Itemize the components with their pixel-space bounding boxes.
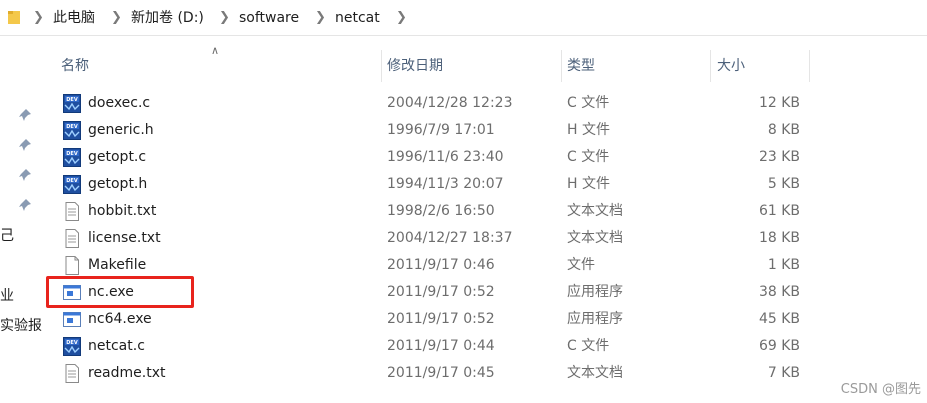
- file-size: 23 KB: [758, 149, 800, 165]
- file-size: 1 KB: [767, 257, 800, 273]
- file-type: C 文件: [567, 338, 610, 354]
- column-header-type[interactable]: 类型: [567, 48, 595, 84]
- file-date: 2011/9/17 0:52: [387, 311, 495, 327]
- file-name[interactable]: hobbit.txt: [88, 198, 156, 225]
- file-type: H 文件: [567, 122, 610, 138]
- file-date: 1996/11/6 23:40: [387, 149, 504, 165]
- file-row[interactable]: DEV getopt.c 1996/11/6 23:40 C 文件 23 KB: [48, 144, 810, 171]
- file-size: 61 KB: [758, 203, 800, 219]
- file-date: 2004/12/27 18:37: [387, 230, 513, 246]
- file-row[interactable]: DEV netcat.c 2011/9/17 0:44 C 文件 69 KB: [48, 333, 810, 360]
- chevron-right-icon[interactable]: ❯: [396, 9, 407, 27]
- file-size: 12 KB: [758, 95, 800, 111]
- file-name[interactable]: netcat.c: [88, 333, 145, 360]
- chevron-right-icon[interactable]: ❯: [219, 9, 230, 27]
- file-date: 2011/9/17 0:44: [387, 338, 495, 354]
- file-size: 45 KB: [758, 311, 800, 327]
- file-row[interactable]: license.txt 2004/12/27 18:37 文本文档 18 KB: [48, 225, 810, 252]
- blank-file-icon: [63, 256, 81, 275]
- file-row[interactable]: DEV getopt.h 1994/11/3 20:07 H 文件 5 KB: [48, 171, 810, 198]
- file-size: 5 KB: [767, 176, 800, 192]
- file-type: C 文件: [567, 149, 610, 165]
- sort-ascending-icon: ∧: [211, 44, 220, 57]
- file-date: 2011/9/17 0:45: [387, 365, 495, 381]
- file-name[interactable]: getopt.c: [88, 144, 146, 171]
- column-divider[interactable]: [561, 50, 562, 82]
- svg-text:DEV: DEV: [66, 124, 78, 130]
- file-row[interactable]: readme.txt 2011/9/17 0:45 文本文档 7 KB: [48, 360, 810, 387]
- pin-icon[interactable]: [18, 138, 32, 152]
- file-type: 文本文档: [567, 203, 623, 219]
- column-divider[interactable]: [381, 50, 382, 82]
- file-name[interactable]: getopt.h: [88, 171, 147, 198]
- file-date: 2004/12/28 12:23: [387, 95, 513, 111]
- svg-text:DEV: DEV: [66, 178, 78, 184]
- breadcrumb-netcat[interactable]: netcat: [335, 9, 380, 27]
- chevron-right-icon[interactable]: ❯: [315, 9, 326, 27]
- file-row[interactable]: Makefile 2011/9/17 0:46 文件 1 KB: [48, 252, 810, 279]
- file-type: 应用程序: [567, 311, 623, 327]
- svg-text:DEV: DEV: [66, 340, 78, 346]
- file-date: 2011/9/17 0:52: [387, 284, 495, 300]
- file-row[interactable]: DEV doexec.c 2004/12/28 12:23 C 文件 12 KB: [48, 90, 810, 117]
- watermark: CSDN @图先: [840, 382, 921, 397]
- file-type: H 文件: [567, 176, 610, 192]
- breadcrumb-software[interactable]: software: [239, 9, 299, 27]
- column-header-name[interactable]: 名称: [61, 48, 89, 84]
- column-divider[interactable]: [809, 50, 810, 82]
- file-name[interactable]: readme.txt: [88, 360, 166, 387]
- svg-text:DEV: DEV: [66, 97, 78, 103]
- column-header: ∧ 名称 修改日期 类型 大小: [48, 44, 810, 84]
- column-header-date[interactable]: 修改日期: [387, 48, 443, 84]
- file-name[interactable]: license.txt: [88, 225, 161, 252]
- file-type: 文件: [567, 257, 595, 273]
- file-row[interactable]: nc64.exe 2011/9/17 0:52 应用程序 45 KB: [48, 306, 810, 333]
- breadcrumb-drive-d[interactable]: 新加卷 (D:): [131, 9, 204, 27]
- dev-cpp-source-icon: DEV: [63, 94, 81, 113]
- dev-cpp-source-icon: DEV: [63, 175, 81, 194]
- file-type: C 文件: [567, 95, 610, 111]
- file-name[interactable]: nc64.exe: [88, 306, 152, 333]
- file-row[interactable]: DEV generic.h 1996/7/9 17:01 H 文件 8 KB: [48, 117, 810, 144]
- file-date: 1998/2/6 16:50: [387, 203, 495, 219]
- pin-icon[interactable]: [18, 108, 32, 122]
- nav-item-label[interactable]: 业: [0, 287, 14, 305]
- file-size: 8 KB: [767, 122, 800, 138]
- folder-icon: [8, 11, 20, 24]
- address-bar[interactable]: ❯ 此电脑 ❯ 新加卷 (D:) ❯ software ❯ netcat ❯: [0, 0, 927, 36]
- file-size: 38 KB: [758, 284, 800, 300]
- svg-text:DEV: DEV: [66, 151, 78, 157]
- file-size: 69 KB: [758, 338, 800, 354]
- file-name[interactable]: Makefile: [88, 252, 146, 279]
- file-row[interactable]: hobbit.txt 1998/2/6 16:50 文本文档 61 KB: [48, 198, 810, 225]
- pin-icon[interactable]: [18, 168, 32, 182]
- file-date: 1994/11/3 20:07: [387, 176, 504, 192]
- pin-icon[interactable]: [18, 198, 32, 212]
- file-type: 文本文档: [567, 230, 623, 246]
- chevron-right-icon[interactable]: ❯: [111, 9, 122, 27]
- text-document-icon: [63, 364, 81, 383]
- chevron-right-icon[interactable]: ❯: [33, 9, 44, 27]
- text-document-icon: [63, 229, 81, 248]
- breadcrumb-this-pc[interactable]: 此电脑: [53, 9, 95, 27]
- nav-item-label[interactable]: 实验报: [0, 317, 42, 335]
- dev-cpp-source-icon: DEV: [63, 148, 81, 167]
- dev-cpp-source-icon: DEV: [63, 337, 81, 356]
- file-size: 7 KB: [767, 365, 800, 381]
- column-divider[interactable]: [710, 50, 711, 82]
- file-name[interactable]: doexec.c: [88, 90, 150, 117]
- file-name[interactable]: generic.h: [88, 117, 154, 144]
- file-date: 2011/9/17 0:46: [387, 257, 495, 273]
- nav-item-label[interactable]: 己: [0, 227, 14, 245]
- text-document-icon: [63, 202, 81, 221]
- file-type: 应用程序: [567, 284, 623, 300]
- navigation-pane: 己 业 实验报: [0, 36, 42, 403]
- dev-cpp-source-icon: DEV: [63, 121, 81, 140]
- file-size: 18 KB: [758, 230, 800, 246]
- column-header-size[interactable]: 大小: [717, 48, 745, 84]
- file-date: 1996/7/9 17:01: [387, 122, 495, 138]
- highlight-box: [46, 276, 194, 308]
- file-type: 文本文档: [567, 365, 623, 381]
- application-icon: [63, 310, 81, 329]
